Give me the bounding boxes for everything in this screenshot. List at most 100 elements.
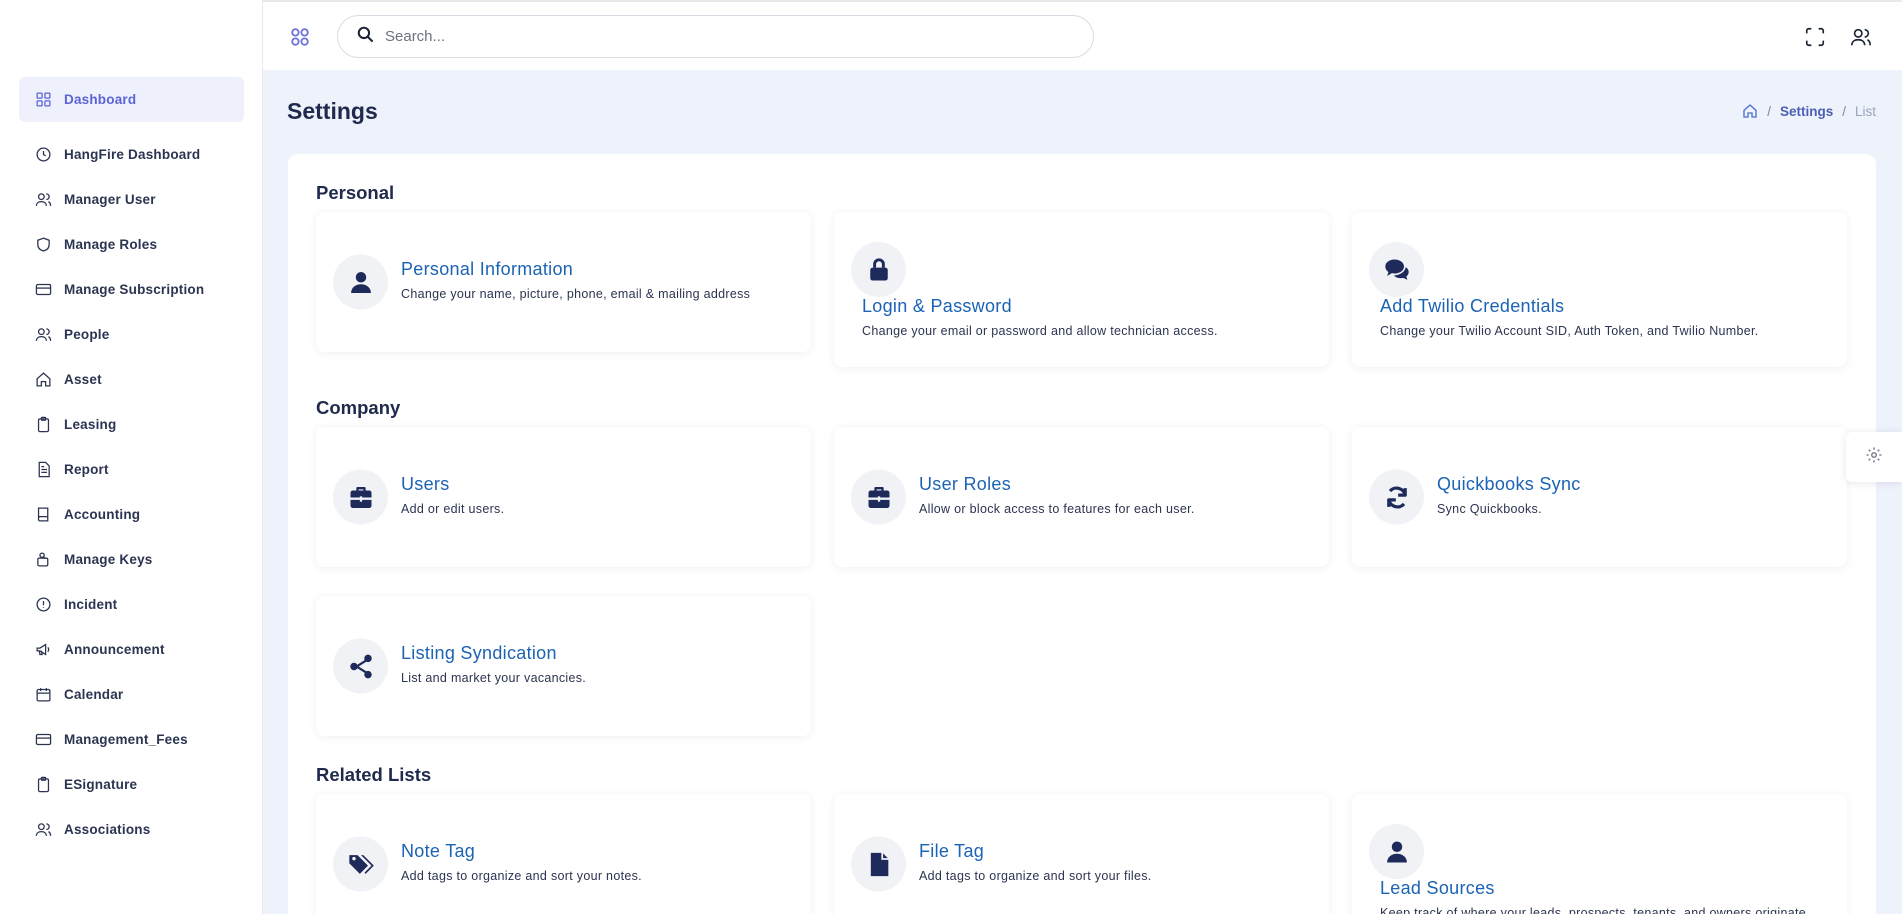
alert-circle-icon bbox=[33, 595, 53, 615]
sidebar-item-label: Manager User bbox=[64, 192, 156, 207]
tile-description: Change your email or password and allow … bbox=[862, 324, 1218, 338]
fullscreen-icon[interactable] bbox=[1804, 26, 1826, 48]
sidebar-item-report[interactable]: Report bbox=[19, 447, 244, 492]
breadcrumb-current: List bbox=[1854, 103, 1876, 119]
clock-icon bbox=[33, 145, 53, 165]
search-icon bbox=[356, 25, 375, 49]
tile-description: Allow or block access to features for ea… bbox=[919, 502, 1195, 516]
document-icon bbox=[33, 460, 53, 480]
tile-file-tag[interactable]: File Tag Add tags to organize and sort y… bbox=[834, 794, 1329, 914]
tile-title[interactable]: Listing Syndication bbox=[401, 643, 557, 664]
users-icon bbox=[33, 325, 53, 345]
sidebar-item-label: Management_Fees bbox=[64, 732, 188, 747]
users-icon bbox=[33, 820, 53, 840]
sync-icon bbox=[1369, 469, 1424, 525]
sidebar-item-label: Manage Roles bbox=[64, 237, 158, 252]
sidebar-item-associations[interactable]: Associations bbox=[19, 807, 244, 852]
sidebar-item-label: Accounting bbox=[64, 507, 141, 522]
tile-title[interactable]: Note Tag bbox=[401, 841, 475, 862]
tile-user-roles[interactable]: User Roles Allow or block access to feat… bbox=[834, 427, 1329, 567]
sidebar-item-label: People bbox=[64, 327, 110, 342]
gear-icon bbox=[1865, 446, 1883, 469]
sidebar-item-incident[interactable]: Incident bbox=[19, 582, 244, 627]
breadcrumb-link-settings[interactable]: Settings bbox=[1780, 104, 1833, 119]
sidebar-item-label: Incident bbox=[64, 597, 118, 612]
lock-icon bbox=[851, 242, 906, 297]
settings-content: Personal Personal Information Change you… bbox=[288, 154, 1876, 914]
breadcrumb-separator: / bbox=[1842, 103, 1846, 119]
tile-listing-syndication[interactable]: Listing Syndication List and market your… bbox=[316, 596, 811, 736]
sidebar-item-label: Manage Subscription bbox=[64, 282, 205, 297]
user-menu-icon[interactable] bbox=[1850, 26, 1872, 48]
section-title-personal: Personal bbox=[316, 182, 395, 203]
card-icon bbox=[33, 280, 53, 300]
search-input[interactable] bbox=[385, 28, 1045, 45]
sidebar-item-calendar[interactable]: Calendar bbox=[19, 672, 244, 717]
tile-login-password[interactable]: Login & Password Change your email or pa… bbox=[834, 212, 1329, 367]
sidebar-item-management-fees[interactable]: Management_Fees bbox=[19, 717, 244, 762]
sidebar-item-manage-keys[interactable]: Manage Keys bbox=[19, 537, 244, 582]
sidebar-item-dashboard[interactable]: Dashboard bbox=[19, 77, 244, 122]
theme-settings-button[interactable] bbox=[1846, 432, 1902, 482]
sidebar-item-esignature[interactable]: ESignature bbox=[19, 762, 244, 807]
tile-description: Add tags to organize and sort your notes… bbox=[401, 869, 642, 883]
book-icon bbox=[33, 505, 53, 525]
sidebar-item-label: Associations bbox=[64, 822, 151, 837]
sidebar-item-leasing[interactable]: Leasing bbox=[19, 402, 244, 447]
sidebar-item-manage-roles[interactable]: Manage Roles bbox=[19, 222, 244, 267]
sidebar-item-label: Report bbox=[64, 462, 109, 477]
tile-title[interactable]: User Roles bbox=[919, 474, 1011, 495]
sidebar-item-label: Calendar bbox=[64, 687, 124, 702]
chat-bubbles-icon bbox=[1369, 242, 1424, 297]
tile-note-tag[interactable]: Note Tag Add tags to organize and sort y… bbox=[316, 794, 811, 914]
tile-lead-sources[interactable]: Lead Sources Keep track of where your le… bbox=[1352, 794, 1847, 914]
section-title-company: Company bbox=[316, 397, 401, 418]
topbar bbox=[263, 0, 1902, 70]
key-icon bbox=[33, 550, 53, 570]
sidebar-item-accounting[interactable]: Accounting bbox=[19, 492, 244, 537]
briefcase-icon bbox=[333, 469, 388, 525]
sidebar-item-label: ESignature bbox=[64, 777, 138, 792]
sidebar-item-label: HangFire Dashboard bbox=[64, 147, 201, 162]
apps-grid-icon[interactable] bbox=[289, 26, 311, 48]
tile-description: Add or edit users. bbox=[401, 502, 505, 516]
sidebar-nav: Dashboard HangFire Dashboard Manager Use… bbox=[19, 77, 244, 852]
tile-title[interactable]: File Tag bbox=[919, 841, 984, 862]
tile-description: Change your Twilio Account SID, Auth Tok… bbox=[1380, 324, 1759, 338]
tile-users[interactable]: Users Add or edit users. bbox=[316, 427, 811, 567]
breadcrumb: / Settings / List bbox=[1742, 103, 1876, 119]
tile-title[interactable]: Add Twilio Credentials bbox=[1380, 296, 1564, 317]
tile-title[interactable]: Users bbox=[401, 474, 450, 495]
sidebar-item-asset[interactable]: Asset bbox=[19, 357, 244, 402]
breadcrumb-separator: / bbox=[1767, 103, 1771, 119]
clipboard-icon bbox=[33, 415, 53, 435]
sidebar-item-announcement[interactable]: Announcement bbox=[19, 627, 244, 672]
sidebar-item-label: Leasing bbox=[64, 417, 117, 432]
sidebar-item-manage-subscription[interactable]: Manage Subscription bbox=[19, 267, 244, 312]
page-title: Settings bbox=[287, 98, 378, 124]
megaphone-icon bbox=[33, 640, 53, 660]
search-box bbox=[337, 15, 1094, 58]
users-icon bbox=[33, 190, 53, 210]
user-icon bbox=[1369, 824, 1424, 879]
tile-description: Add tags to organize and sort your files… bbox=[919, 869, 1152, 883]
home-icon bbox=[33, 370, 53, 390]
tile-title[interactable]: Login & Password bbox=[862, 296, 1012, 317]
tile-title[interactable]: Lead Sources bbox=[1380, 878, 1495, 899]
tile-quickbooks-sync[interactable]: Quickbooks Sync Sync Quickbooks. bbox=[1352, 427, 1847, 567]
user-icon bbox=[333, 254, 388, 310]
sidebar-item-label: Dashboard bbox=[64, 92, 137, 107]
home-icon[interactable] bbox=[1742, 103, 1758, 119]
tile-title[interactable]: Quickbooks Sync bbox=[1437, 474, 1581, 495]
tile-title[interactable]: Personal Information bbox=[401, 259, 573, 280]
tile-personal-information[interactable]: Personal Information Change your name, p… bbox=[316, 212, 811, 352]
sidebar-item-hangfire-dashboard[interactable]: HangFire Dashboard bbox=[19, 132, 244, 177]
tile-description: Sync Quickbooks. bbox=[1437, 502, 1542, 516]
tile-description: Keep track of where your leads, prospect… bbox=[1380, 906, 1810, 914]
tile-add-twilio-credentials[interactable]: Add Twilio Credentials Change your Twili… bbox=[1352, 212, 1847, 367]
sidebar-item-manager-user[interactable]: Manager User bbox=[19, 177, 244, 222]
clipboard-icon bbox=[33, 775, 53, 795]
briefcase-icon bbox=[851, 469, 906, 525]
sidebar-item-label: Manage Keys bbox=[64, 552, 153, 567]
sidebar-item-people[interactable]: People bbox=[19, 312, 244, 357]
